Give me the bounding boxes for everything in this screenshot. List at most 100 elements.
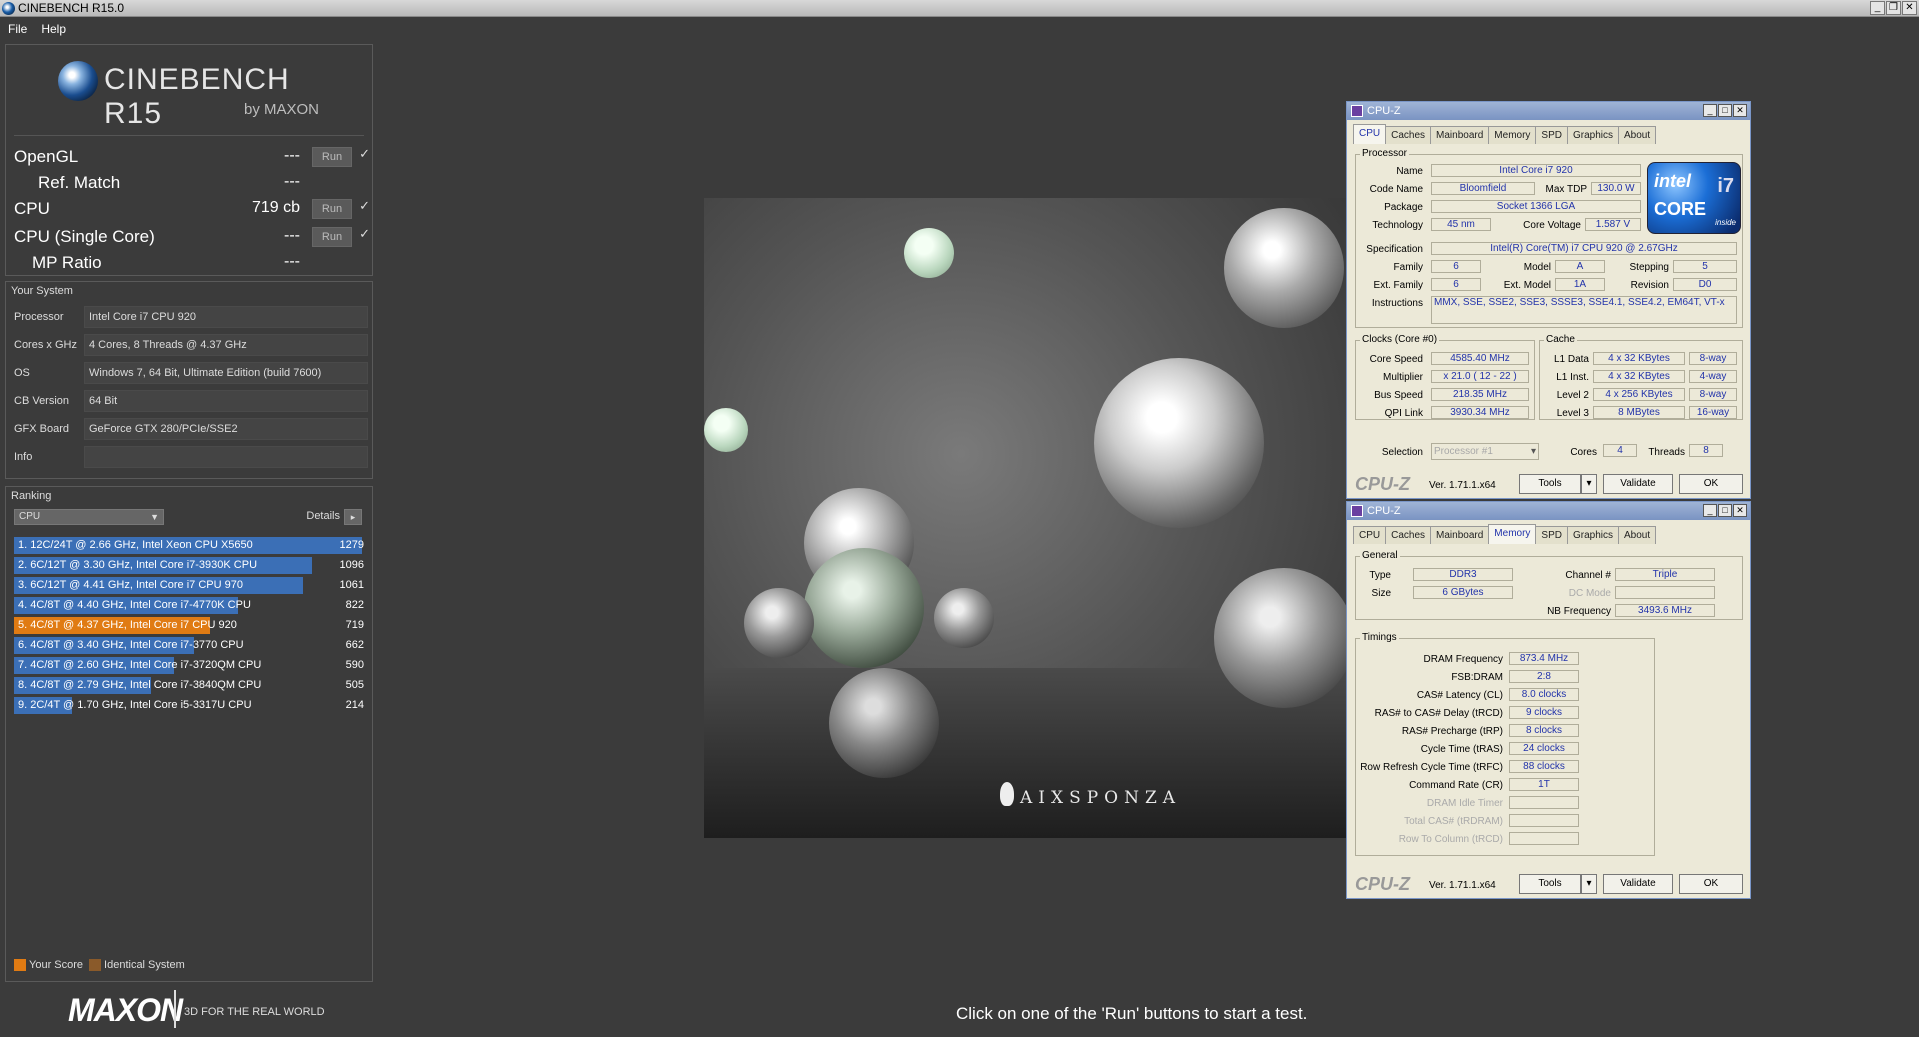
cores-field: 4 [1603, 444, 1637, 457]
ranking-row[interactable]: 7. 4C/8T @ 2.60 GHz, Intel Core i7-3720Q… [14, 657, 370, 674]
run-cpu-single-button[interactable]: Run [312, 227, 352, 247]
tab-spd[interactable]: SPD [1535, 126, 1568, 144]
bench-label: MP Ratio [32, 253, 102, 272]
maximize-icon[interactable]: □ [1718, 504, 1732, 517]
validate-button[interactable]: Validate [1603, 474, 1673, 494]
cz-label: Bus Speed [1374, 390, 1423, 401]
l1-data-field: 4 x 32 KBytes [1593, 352, 1685, 365]
button-label: Tools [1538, 878, 1562, 889]
select-value: Processor #1 [1434, 446, 1493, 457]
tools-dropdown-arrow[interactable]: ▾ [1581, 874, 1597, 894]
tab-caches[interactable]: Caches [1385, 526, 1432, 544]
tab-graphics[interactable]: Graphics [1566, 526, 1619, 544]
tab-mainboard[interactable]: Mainboard [1430, 526, 1490, 544]
minimize-icon[interactable]: _ [1870, 1, 1885, 15]
bench-label: OpenGL [14, 147, 79, 166]
tab-memory[interactable]: Memory [1488, 126, 1537, 144]
bench-row-mp-ratio: MP Ratio --- [14, 251, 370, 275]
panel-title: Your System [11, 285, 73, 297]
ranking-row[interactable]: 8. 4C/8T @ 2.79 GHz, Intel Core i7-3840Q… [14, 677, 370, 694]
ranking-legend: Your Score Identical System [14, 959, 185, 972]
tools-button[interactable]: Tools [1519, 874, 1581, 894]
tab-graphics[interactable]: Graphics [1566, 126, 1619, 144]
close-icon[interactable]: ✕ [1733, 504, 1747, 517]
timing-value: 2:8 [1509, 670, 1579, 683]
menu-help[interactable]: Help [41, 22, 66, 36]
dc-mode-field [1615, 586, 1715, 599]
cpuz-app-icon [1351, 505, 1363, 517]
tab-about[interactable]: About [1618, 526, 1657, 544]
cpu-checkbox[interactable]: ✓ [359, 198, 370, 214]
ranking-text: 1. 12C/24T @ 2.66 GHz, Intel Xeon CPU X5… [18, 539, 253, 551]
cz-label: Multiplier [1382, 372, 1423, 383]
sys-key: CB Version [14, 395, 70, 407]
tab-caches[interactable]: Caches [1385, 126, 1432, 144]
timing-value [1509, 832, 1579, 845]
ranking-row[interactable]: 9. 2C/4T @ 1.70 GHz, Intel Core i5-3317U… [14, 697, 370, 714]
opengl-checkbox[interactable]: ✓ [359, 146, 370, 162]
cpuz-brand: CPU-Z [1355, 874, 1410, 894]
timing-label: Command Rate (CR) [1409, 780, 1503, 791]
maximize-icon[interactable]: □ [1718, 104, 1732, 117]
tab-spd[interactable]: SPD [1535, 526, 1568, 544]
cz-label: L1 Inst. [1556, 372, 1589, 383]
tab-cpu[interactable]: CPU [1353, 124, 1387, 144]
ranking-row[interactable]: 5. 4C/8T @ 4.37 GHz, Intel Core i7 CPU 9… [14, 617, 370, 634]
ranking-text: 9. 2C/4T @ 1.70 GHz, Intel Core i5-3317U… [18, 699, 252, 711]
ranking-row[interactable]: 3. 6C/12T @ 4.41 GHz, Intel Core i7 CPU … [14, 577, 370, 594]
cz-label: Core Voltage [1523, 220, 1581, 231]
window-controls: _ □ ✕ [1703, 504, 1747, 517]
tab-about[interactable]: About [1618, 126, 1657, 144]
cpuz-app-icon [1351, 105, 1363, 117]
validate-button[interactable]: Validate [1603, 874, 1673, 894]
timing-label: RAS# Precharge (tRP) [1401, 726, 1503, 737]
cpuz-window-cpu: CPU-Z _ □ ✕ CPU Caches Mainboard Memory SPD Gra… [1346, 101, 1751, 499]
ranking-score: 1096 [339, 559, 364, 571]
timing-value: 873.4 MHz [1509, 652, 1579, 665]
ranking-row[interactable]: 6. 4C/8T @ 3.40 GHz, Intel Core i7-3770 … [14, 637, 370, 654]
legend-your-score: Your Score [14, 959, 83, 972]
info-input[interactable] [84, 446, 368, 468]
tab-cpu[interactable]: CPU [1353, 526, 1387, 544]
close-icon[interactable]: ✕ [1902, 1, 1917, 15]
cz-label: Selection [1381, 447, 1423, 458]
ranking-row[interactable]: 1. 12C/24T @ 2.66 GHz, Intel Xeon CPU X5… [14, 537, 370, 554]
cz-label: Channel # [1565, 570, 1611, 581]
logo-name: CINEBENCH R15 [104, 63, 290, 130]
intel-logo-text: intel [1654, 171, 1692, 191]
cpu-single-checkbox[interactable]: ✓ [359, 226, 370, 242]
sys-row-cb-version: CB Version 64 Bit [14, 390, 370, 412]
run-opengl-button[interactable]: Run [312, 147, 352, 167]
timing-value: 8 clocks [1509, 724, 1579, 737]
render-sphere [804, 548, 924, 668]
tab-memory[interactable]: Memory [1488, 524, 1537, 544]
l1-inst-way-field: 4-way [1689, 370, 1737, 383]
ranking-score: 822 [345, 599, 364, 611]
tab-mainboard[interactable]: Mainboard [1430, 126, 1490, 144]
window-title: CINEBENCH R15.0 [18, 1, 125, 15]
close-icon[interactable]: ✕ [1733, 104, 1747, 117]
bench-row-cpu-single: CPU (Single Core) --- Run ✓ [14, 225, 370, 249]
ranking-row[interactable]: 4. 4C/8T @ 4.40 GHz, Intel Core i7-4770K… [14, 597, 370, 614]
ranking-type-select[interactable]: CPU ▼ [14, 509, 164, 525]
cinebench-sphere-icon [58, 61, 98, 101]
instructions-field: MMX, SSE, SSE2, SSE3, SSSE3, SSE4.1, SSE… [1431, 296, 1737, 324]
cz-label: Technology [1372, 220, 1423, 231]
bench-row-opengl: OpenGL --- Run ✓ [14, 145, 370, 169]
ok-button[interactable]: OK [1679, 874, 1743, 894]
timing-value: 1T [1509, 778, 1579, 791]
tools-button[interactable]: Tools [1519, 474, 1581, 494]
details-arrow-button[interactable]: ▸ [344, 509, 362, 525]
logo-by: by MAXON [244, 101, 320, 118]
minimize-icon[interactable]: _ [1703, 104, 1717, 117]
tools-dropdown-arrow[interactable]: ▾ [1581, 474, 1597, 494]
revision-field: D0 [1673, 278, 1737, 291]
ok-button[interactable]: OK [1679, 474, 1743, 494]
minimize-icon[interactable]: _ [1703, 504, 1717, 517]
status-text: Click on one of the 'Run' buttons to sta… [956, 1004, 1308, 1023]
processor-select[interactable]: Processor #1 ▾ [1431, 443, 1539, 460]
run-cpu-button[interactable]: Run [312, 199, 352, 219]
menu-file[interactable]: File [8, 22, 27, 36]
restore-icon[interactable]: ❐ [1886, 1, 1901, 15]
ranking-row[interactable]: 2. 6C/12T @ 3.30 GHz, Intel Core i7-3930… [14, 557, 370, 574]
